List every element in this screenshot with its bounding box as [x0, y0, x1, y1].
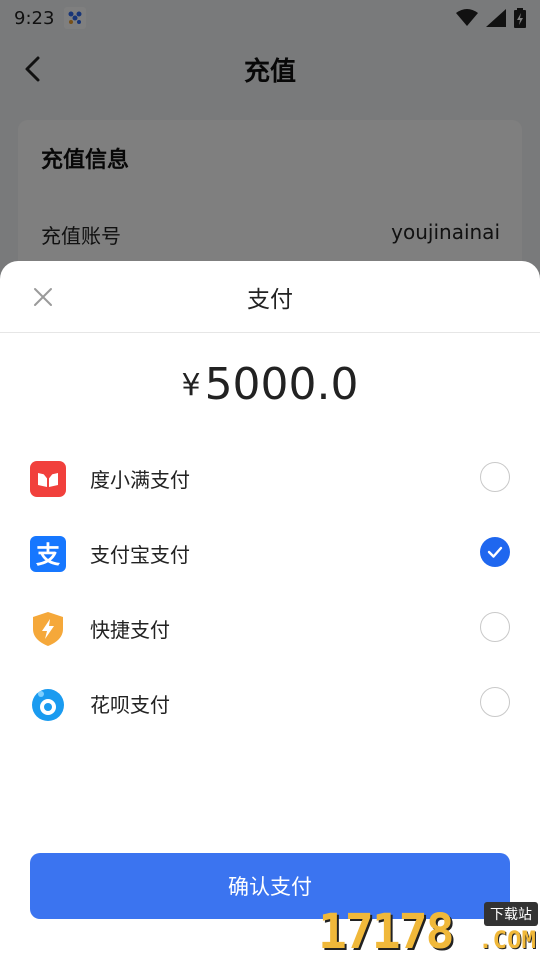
payment-methods: 度小满支付 支 支付宝支付 快捷支付 花呗支付	[0, 441, 540, 741]
watermark-tag: 下载站	[484, 902, 538, 926]
watermark-number: 17178	[318, 904, 454, 960]
svg-text:支: 支	[36, 541, 61, 569]
amount-value: 5000.0	[204, 359, 359, 410]
payment-method-alipay[interactable]: 支 支付宝支付	[0, 516, 540, 591]
method-radio-checked[interactable]	[480, 537, 510, 567]
method-label: 度小满支付	[90, 468, 190, 492]
payment-amount: ¥5000.0	[0, 359, 540, 410]
duxiaoman-icon	[30, 460, 66, 497]
alipay-icon: 支	[30, 535, 66, 572]
huabei-icon	[30, 686, 66, 722]
method-radio[interactable]	[480, 462, 510, 492]
payment-method-duxiaoman[interactable]: 度小满支付	[0, 441, 540, 516]
method-label: 花呗支付	[90, 693, 170, 717]
payment-method-huabei[interactable]: 花呗支付	[0, 666, 540, 741]
site-watermark: 17178 .COM 下载站	[310, 900, 540, 960]
method-label: 快捷支付	[90, 618, 170, 642]
payment-sheet: 支付 ¥5000.0 度小满支付 支 支付宝支付 快捷支付 花呗支付 确认支付	[0, 261, 540, 960]
close-icon[interactable]	[31, 285, 55, 309]
quickpay-shield-icon	[30, 611, 66, 647]
payment-method-quickpay[interactable]: 快捷支付	[0, 591, 540, 666]
method-radio[interactable]	[480, 687, 510, 717]
currency-symbol: ¥	[181, 368, 201, 403]
method-label: 支付宝支付	[90, 543, 190, 567]
watermark-domain: .COM	[478, 926, 536, 954]
sheet-title: 支付	[247, 286, 293, 313]
sheet-header: 支付	[0, 261, 540, 333]
method-radio[interactable]	[480, 612, 510, 642]
checkmark-icon	[487, 546, 503, 558]
